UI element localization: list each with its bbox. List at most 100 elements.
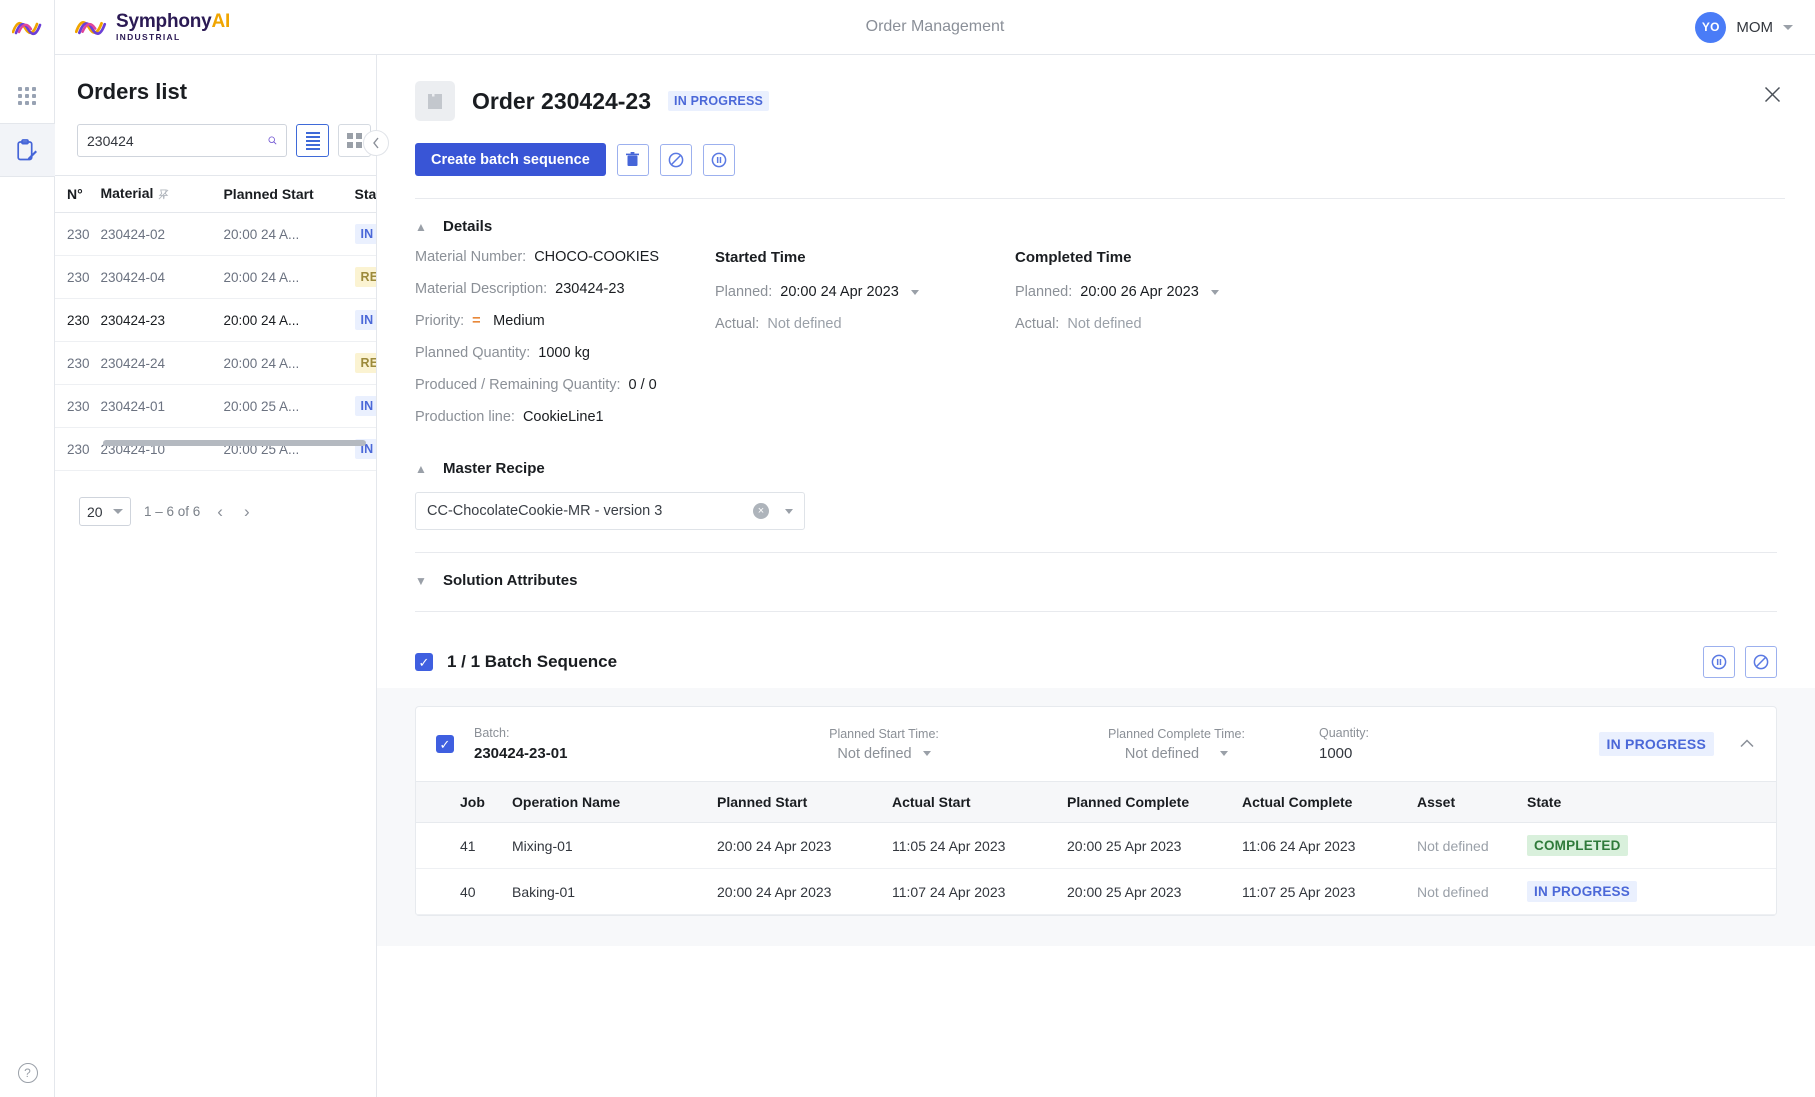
batch-planned-complete-value-wrap[interactable]: Not defined: [1125, 746, 1228, 762]
view-list-button[interactable]: [296, 124, 329, 157]
table-row[interactable]: 230 230424-23 20:00 24 A... IN PROGRESS: [55, 299, 376, 342]
cell-planned-start: 20:00 25 A...: [223, 428, 354, 471]
jobs-col-asset[interactable]: Asset: [1407, 782, 1517, 823]
cell-actual-complete: 11:06 24 Apr 2023: [1232, 823, 1407, 869]
chevron-down-icon: ▼: [415, 574, 427, 588]
orders-col-status[interactable]: Status: [355, 176, 377, 213]
cell-planned-complete: 20:00 25 Apr 2023: [1057, 869, 1232, 915]
cell-status: IN PROGRESS: [355, 213, 377, 256]
details-section: ▲ Details Material Number: CHOCO-COOKIES…: [377, 199, 1815, 612]
pause-icon: [1711, 654, 1727, 670]
batch-status-badge: IN PROGRESS: [1599, 732, 1714, 756]
pin-icon[interactable]: [158, 187, 169, 203]
create-batch-sequence-button[interactable]: Create batch sequence: [415, 143, 606, 176]
jobs-col-actual-complete[interactable]: Actual Complete: [1232, 782, 1407, 823]
field-completed-actual: Actual: Not defined: [1015, 316, 1315, 332]
table-row[interactable]: 230 230424-24 20:00 24 A... RELEASED: [55, 342, 376, 385]
chevron-up-icon: [1740, 739, 1754, 748]
horizontal-scrollbar[interactable]: [103, 440, 366, 446]
jobs-col-planned-complete[interactable]: Planned Complete: [1057, 782, 1232, 823]
chevron-down-icon: [1220, 751, 1228, 756]
batch-collapse-button[interactable]: [1740, 735, 1754, 753]
batch-block-button[interactable]: [1745, 646, 1777, 678]
jobs-col-operation-name[interactable]: Operation Name: [502, 782, 707, 823]
page-size-select[interactable]: 20: [79, 497, 131, 526]
cell-asset: Not defined: [1407, 869, 1517, 915]
chevron-down-icon[interactable]: [911, 290, 919, 295]
cell-no: 230: [55, 428, 100, 471]
order-detail-pane: Order 230424-23 IN PROGRESS Create batch…: [377, 55, 1815, 1097]
clear-circle-icon[interactable]: ×: [753, 503, 769, 519]
rail-help[interactable]: ?: [0, 1063, 55, 1083]
material-description-value: 230424-23: [555, 281, 624, 297]
orders-list-title: Orders list: [55, 55, 376, 105]
pagination-next-button[interactable]: ›: [240, 502, 254, 522]
status-badge: IN PROGRESS: [355, 396, 377, 416]
table-row[interactable]: 230 230424-10 20:00 25 A... IN PROGRESS: [55, 428, 376, 471]
divider: [415, 198, 1785, 199]
chevron-down-icon[interactable]: [1211, 290, 1219, 295]
user-name: MOM: [1736, 19, 1773, 36]
jobs-col-planned-start[interactable]: Planned Start: [707, 782, 882, 823]
jobs-col-state[interactable]: State: [1517, 782, 1776, 823]
batch-quantity-label: Quantity:: [1319, 726, 1519, 740]
table-row[interactable]: 230 230424-02 20:00 24 A... IN PROGRESS: [55, 213, 376, 256]
block-icon: [1753, 654, 1769, 670]
batch-pause-button[interactable]: [1703, 646, 1735, 678]
orders-col-planned-start[interactable]: Planned Start: [223, 176, 354, 213]
batch-planned-start-value-wrap[interactable]: Not defined: [837, 746, 930, 762]
jobs-col-spacer: [416, 782, 450, 823]
cell-spacer: [416, 869, 450, 915]
symphony-mark-icon: [12, 19, 42, 37]
priority-medium-icon: =: [472, 313, 485, 329]
cell-planned-start: 20:00 24 Apr 2023: [707, 823, 882, 869]
table-row[interactable]: 41 Mixing-01 20:00 24 Apr 2023 11:05 24 …: [416, 823, 1776, 869]
pagination-prev-button[interactable]: ‹: [213, 502, 227, 522]
batch-sequence-checkbox[interactable]: [415, 653, 433, 671]
close-icon: [1764, 86, 1781, 103]
divider: [415, 611, 1777, 612]
batch-summary-row: Batch: 230424-23-01 Planned Start Time: …: [416, 707, 1776, 781]
pause-button[interactable]: [703, 144, 735, 176]
order-toolbar: Create batch sequence: [415, 143, 1785, 176]
cell-planned-start: 20:00 24 A...: [223, 213, 354, 256]
chevron-up-icon: ▲: [415, 462, 427, 476]
planned-quantity-value: 1000 kg: [538, 345, 590, 361]
orders-col-no[interactable]: N°: [55, 176, 100, 213]
solution-attributes-section-header[interactable]: ▼ Solution Attributes: [415, 553, 1777, 589]
orders-col-material[interactable]: Material: [100, 176, 223, 213]
jobs-col-actual-start[interactable]: Actual Start: [882, 782, 1057, 823]
cell-asset: Not defined: [1407, 823, 1517, 869]
chevron-down-icon[interactable]: [785, 509, 793, 514]
master-recipe-select[interactable]: CC-ChocolateCookie-MR - version 3 ×: [415, 492, 805, 530]
master-recipe-section-header[interactable]: ▲ Master Recipe: [415, 441, 1777, 477]
orders-search-row: [55, 105, 376, 157]
completed-time-column: Completed Time Planned: 20:00 26 Apr 202…: [1015, 249, 1315, 441]
table-row[interactable]: 40 Baking-01 20:00 24 Apr 2023 11:07 24 …: [416, 869, 1776, 915]
table-row[interactable]: 230 230424-04 20:00 24 A... RELEASED: [55, 256, 376, 299]
list-view-icon: [306, 132, 320, 150]
delete-button[interactable]: [617, 144, 649, 176]
close-button[interactable]: [1759, 81, 1785, 107]
production-line-label: Production line:: [415, 409, 515, 425]
search-icon[interactable]: [268, 133, 277, 148]
jobs-col-job[interactable]: Job: [450, 782, 502, 823]
priority-value: Medium: [493, 313, 545, 329]
started-planned-value: 20:00 24 Apr 2023: [780, 284, 899, 300]
details-section-header[interactable]: ▲ Details: [415, 199, 1777, 235]
user-menu[interactable]: YO MOM: [1695, 12, 1793, 43]
rail-item-orders[interactable]: [0, 123, 55, 177]
brand-name-ai: AI: [212, 11, 231, 32]
batch-checkbox[interactable]: [436, 735, 454, 753]
help-icon[interactable]: ?: [18, 1063, 38, 1083]
material-description-label: Material Description:: [415, 281, 547, 297]
search-input[interactable]: [87, 133, 268, 149]
rail-item-apps[interactable]: [0, 69, 55, 123]
table-row[interactable]: 230 230424-01 20:00 25 A... IN PROGRESS: [55, 385, 376, 428]
cell-operation: Mixing-01: [502, 823, 707, 869]
chevron-down-icon: [1783, 25, 1793, 30]
collapse-panel-button[interactable]: [363, 130, 389, 156]
search-box[interactable]: [77, 124, 287, 157]
block-button[interactable]: [660, 144, 692, 176]
pagination-range: 1 – 6 of 6: [144, 504, 200, 519]
